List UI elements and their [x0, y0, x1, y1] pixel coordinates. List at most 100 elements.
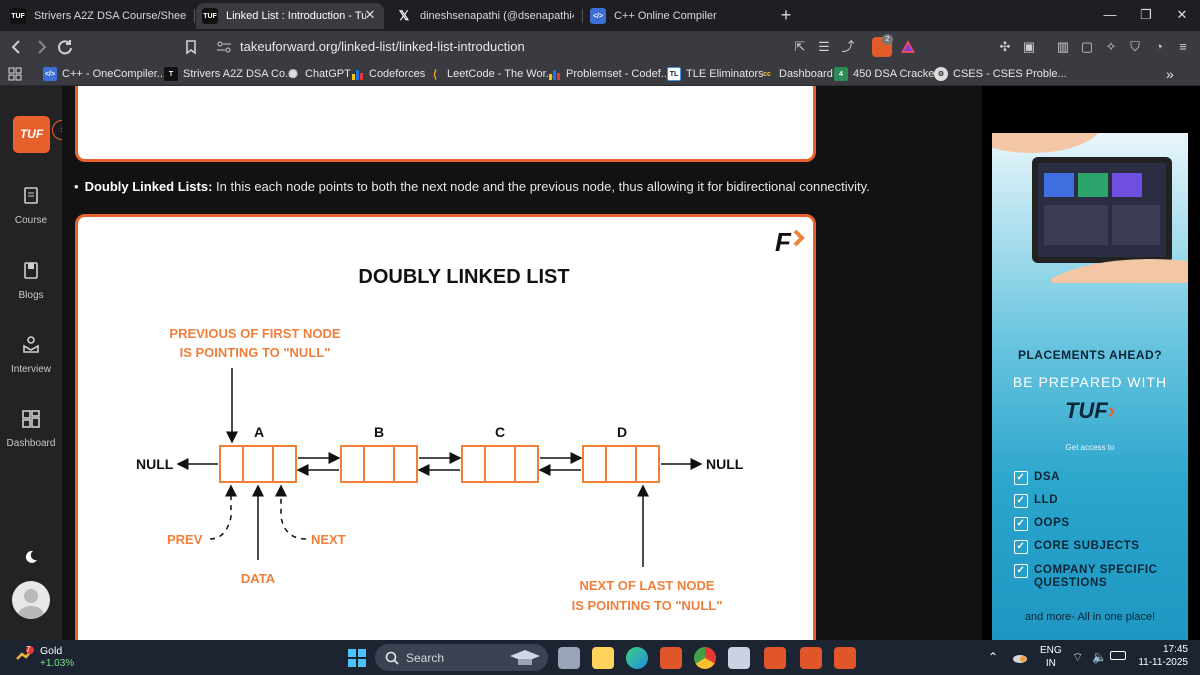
bookmark-450-dsa[interactable]: 4 450 DSA Cracker [834, 66, 938, 82]
doubly-linked-list-diagram: F DOUBLY LINKED LIST PREVIOUS OF FIRST N… [75, 214, 816, 640]
bullet-description: In this each node points to both the nex… [212, 179, 870, 194]
bookmark-problemset[interactable]: Problemset - Codef... [547, 66, 670, 82]
tab-title: dineshsenapathi (@dsenapathi4) / X [420, 10, 574, 22]
node-d [582, 445, 660, 483]
start-button[interactable] [346, 647, 368, 669]
article-content: • Doubly Linked Lists: In this each node … [62, 86, 982, 640]
codeforces-favicon-icon [547, 67, 561, 81]
x-favicon-icon: 𝕏 [398, 8, 410, 23]
language-indicator[interactable]: ENG IN [1040, 644, 1062, 670]
restore-button[interactable]: ❐ [1132, 5, 1160, 25]
bookmarks-bar: </> C++ - OneCompiler... T Strivers A2Z DS… [0, 62, 1200, 86]
450-favicon-icon: 4 [834, 67, 848, 81]
wallet-icon[interactable]: ▢ [1078, 38, 1096, 56]
vpn-icon[interactable]: ⛉ [1126, 38, 1144, 56]
chrome-icon[interactable] [694, 647, 716, 669]
bookmark-strivers[interactable]: T Strivers A2Z DSA Co... [164, 66, 294, 82]
taskbar-search[interactable]: Search [375, 644, 548, 671]
tab-x-profile[interactable]: 𝕏 dineshsenapathi (@dsenapathi4) / X [390, 3, 580, 29]
apps-grid-icon[interactable] [8, 66, 22, 82]
sidebar-item-label: Course [14, 215, 48, 226]
node-a [219, 445, 297, 483]
sidebar-item-course[interactable]: Course [0, 185, 62, 226]
user-avatar[interactable] [12, 581, 50, 619]
sidebar-item-label: Interview [10, 364, 51, 375]
forward-button[interactable] [30, 36, 52, 58]
data-label: DATA [241, 571, 276, 586]
ms-store-icon[interactable] [592, 647, 614, 669]
tuf-logo[interactable]: TUF [13, 116, 50, 153]
volume-icon[interactable]: 🔈 [1092, 650, 1107, 664]
sidebar-toggle-icon[interactable]: ▥ [1054, 38, 1072, 56]
tablet-illustration [992, 133, 1188, 283]
bookmark-icon[interactable] [180, 36, 202, 58]
node-label-b: B [374, 424, 384, 440]
node-label-a: A [254, 424, 264, 440]
svg-text:F: F [775, 227, 792, 257]
minimize-button[interactable]: — [1096, 5, 1124, 25]
translate-icon[interactable]: ▣ [1020, 38, 1038, 56]
sidebar-item-interview[interactable]: Interview [0, 334, 62, 375]
leo-ai-icon[interactable]: ✧ [1102, 38, 1120, 56]
address-bar[interactable]: takeuforward.org/linked-list/linked-list… [208, 34, 923, 59]
clock-date[interactable]: 11-11-2025 [1128, 657, 1188, 668]
close-tab-icon[interactable]: ✕ [362, 7, 378, 23]
clock-time[interactable]: 17:45 [1148, 644, 1188, 655]
doubly-linked-list-bullet: • Doubly Linked Lists: In this each node … [74, 179, 870, 194]
cloud-icon[interactable] [1012, 650, 1028, 664]
graduation-hat-icon [510, 650, 540, 665]
brave-shields-icon[interactable]: 2 [872, 34, 893, 57]
leetcode-favicon-icon: ⟨ [432, 68, 438, 81]
check-icon: ✓ [1014, 494, 1028, 508]
bookmark-cses[interactable]: ⚙ CSES - CSES Proble... [934, 66, 1067, 82]
dashboard-icon [22, 410, 40, 428]
stock-widget-icon[interactable]: 7 [14, 645, 36, 667]
wifi-icon[interactable]: ⌔ [1072, 650, 1083, 665]
windows-taskbar: 7 Gold +1.03% Search ⌃ ENG IN ⌔ 🔈 17:45 1… [0, 640, 1200, 675]
close-window-button[interactable]: ✕ [1168, 5, 1196, 25]
open-external-icon[interactable]: ⇱ [791, 38, 809, 56]
bookmark-codeforces[interactable]: Codeforces [350, 66, 425, 82]
back-button[interactable] [6, 36, 28, 58]
brave-active-icon[interactable] [834, 647, 856, 669]
tray-overflow-icon[interactable]: ⌃ [988, 650, 998, 664]
brave-nightly-icon[interactable] [800, 647, 822, 669]
sidebar-item-label: Blogs [18, 290, 44, 301]
node-c [461, 445, 539, 483]
site-info-icon[interactable] [216, 40, 232, 54]
extensions-icon[interactable]: ✣ [996, 38, 1014, 56]
brave-rewards-icon[interactable] [900, 39, 916, 55]
tab-cpp-compiler[interactable]: </> C++ Online Compiler [584, 3, 770, 29]
reader-mode-icon[interactable]: ☰ [815, 38, 833, 56]
bookmark-leetcode[interactable]: ⟨ LeetCode - The Wor... [428, 66, 555, 82]
keyboard-app-icon[interactable] [728, 647, 750, 669]
brave-icon[interactable] [660, 647, 682, 669]
null-left: NULL [136, 456, 174, 472]
task-view-icon[interactable] [558, 647, 580, 669]
profile-icon[interactable]: ◔ [1150, 38, 1168, 56]
tuf-favicon-icon: TUF [202, 8, 218, 24]
node-label-d: D [617, 424, 627, 440]
battery-icon[interactable] [1110, 651, 1126, 660]
tab-strivers-a2z[interactable]: TUF Strivers A2Z DSA Course/Sheet - Crac [4, 3, 192, 29]
menu-icon[interactable]: ≡ [1174, 38, 1192, 56]
ad-item-oops: ✓ OOPS [1014, 517, 1070, 531]
dark-mode-toggle-icon[interactable] [23, 549, 39, 565]
bookmark-tle[interactable]: TL TLE Eliminators [667, 66, 764, 82]
tab-linked-list-intro[interactable]: TUF Linked List : Introduction - Tutori … [196, 3, 384, 29]
sidebar-item-blogs[interactable]: Blogs [0, 260, 62, 301]
share-icon[interactable]: ⤴ [839, 38, 857, 56]
url-text[interactable]: takeuforward.org/linked-list/linked-list… [240, 39, 525, 54]
reload-button[interactable] [54, 36, 76, 58]
new-tab-button[interactable]: + [776, 5, 796, 25]
code-favicon-icon: </> [43, 67, 57, 81]
bookmark-chatgpt[interactable]: ✺ ChatGPT [286, 66, 351, 82]
tuf-promo-banner[interactable]: PLACEMENTS AHEAD? BE PREPARED WITH TUF› … [992, 133, 1188, 640]
bookmarks-overflow-button[interactable]: » [1166, 66, 1174, 82]
brave-beta-icon[interactable] [764, 647, 786, 669]
widget-title[interactable]: Gold [40, 645, 62, 657]
bookmark-dashboard[interactable]: cc Dashboard [760, 66, 833, 82]
edge-icon[interactable] [626, 647, 648, 669]
sidebar-item-dashboard[interactable]: Dashboard [0, 408, 62, 449]
bookmark-onecompiler[interactable]: </> C++ - OneCompiler... [43, 66, 166, 82]
